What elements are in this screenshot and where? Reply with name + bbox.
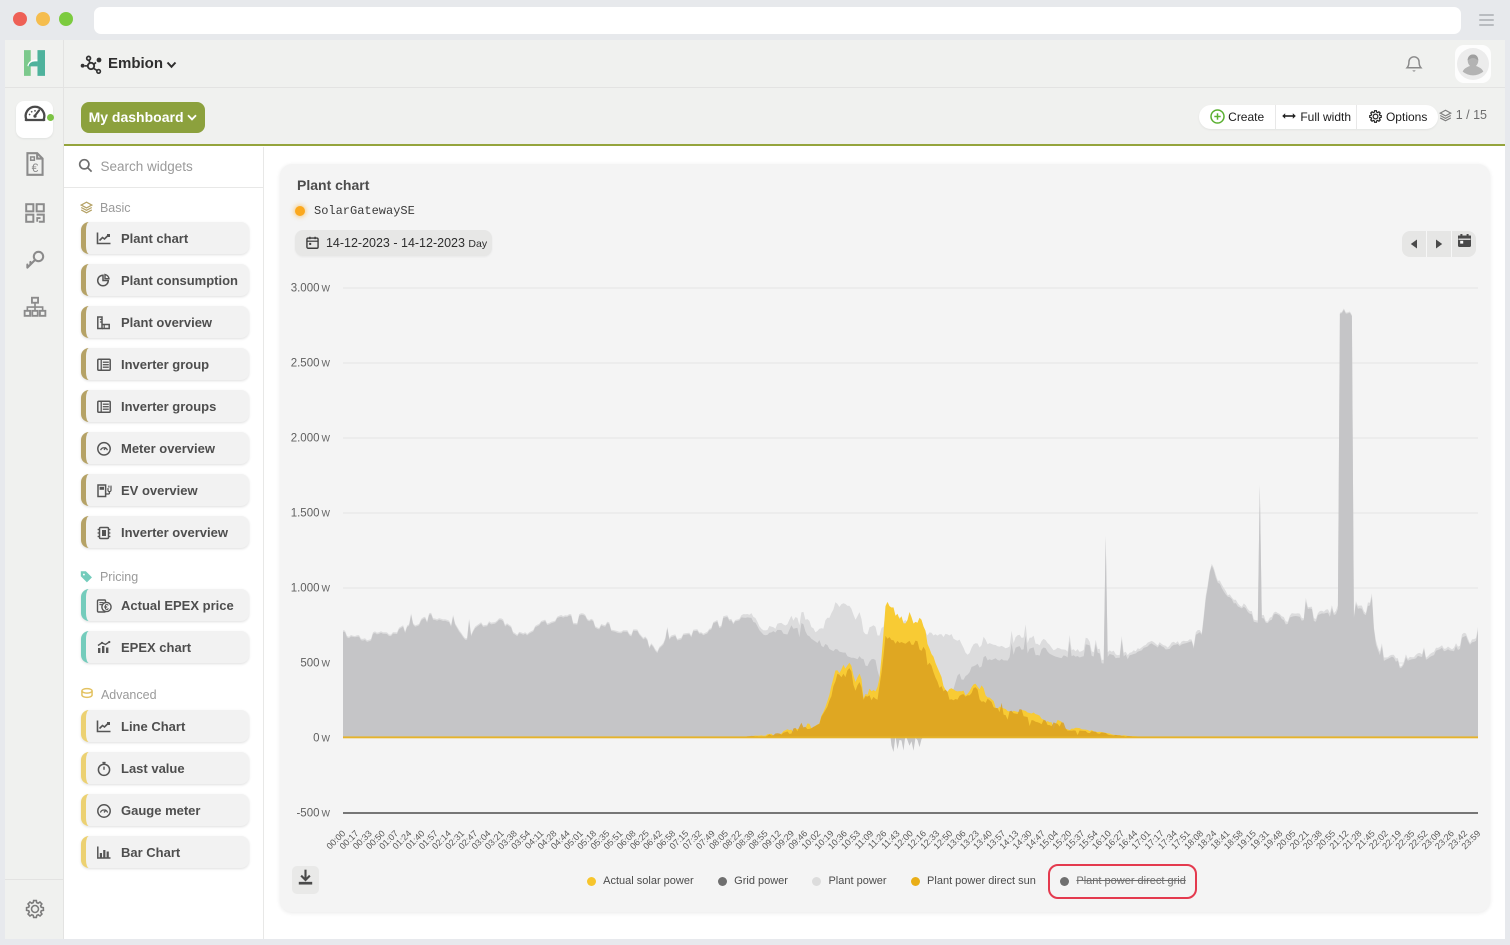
svg-text:500W: 500W (300, 658, 330, 670)
svg-text:2.000W: 2.000W (291, 433, 331, 445)
svg-text:0W: 0W (313, 733, 330, 745)
svg-text:1.500W: 1.500W (291, 508, 331, 520)
svg-text:-500W: -500W (296, 808, 330, 820)
svg-text:3.000W: 3.000W (291, 283, 331, 295)
svg-text:2.500W: 2.500W (291, 358, 331, 370)
svg-text:1.000W: 1.000W (291, 583, 331, 595)
